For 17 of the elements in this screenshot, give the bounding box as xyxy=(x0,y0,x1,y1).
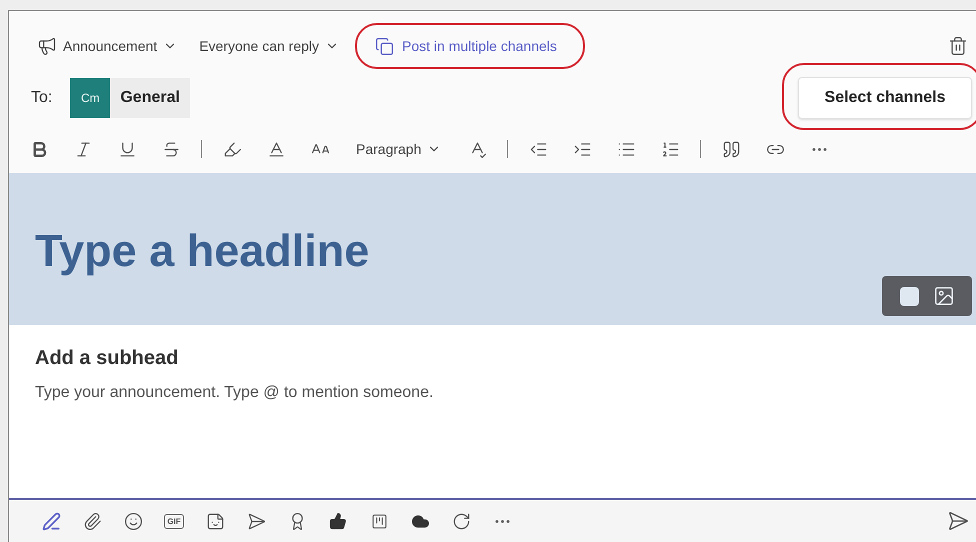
message-field[interactable]: Type your announcement. Type @ to mention someone. xyxy=(35,384,950,402)
paragraph-style-dropdown[interactable]: Paragraph xyxy=(350,141,448,157)
copy-icon xyxy=(375,36,394,56)
image-icon[interactable] xyxy=(932,285,954,307)
post-type-dropdown[interactable]: Announcement xyxy=(31,36,184,56)
channel-chip[interactable]: Cm General xyxy=(70,78,190,118)
channel-avatar: Cm xyxy=(70,78,110,118)
headline-field[interactable]: Type a headline xyxy=(35,225,370,277)
select-channels-button[interactable]: Select channels xyxy=(798,77,972,119)
to-label: To: xyxy=(31,89,52,107)
square-icon[interactable] xyxy=(900,286,918,306)
subhead-field[interactable]: Add a subhead xyxy=(35,347,950,370)
gif-button[interactable]: GIF xyxy=(160,507,188,535)
megaphone-icon xyxy=(37,36,57,56)
reply-setting-dropdown[interactable]: Everyone can reply xyxy=(193,38,346,54)
post-multiple-channels-link[interactable]: Post in multiple channels xyxy=(369,36,563,56)
channel-name: General xyxy=(119,89,181,107)
